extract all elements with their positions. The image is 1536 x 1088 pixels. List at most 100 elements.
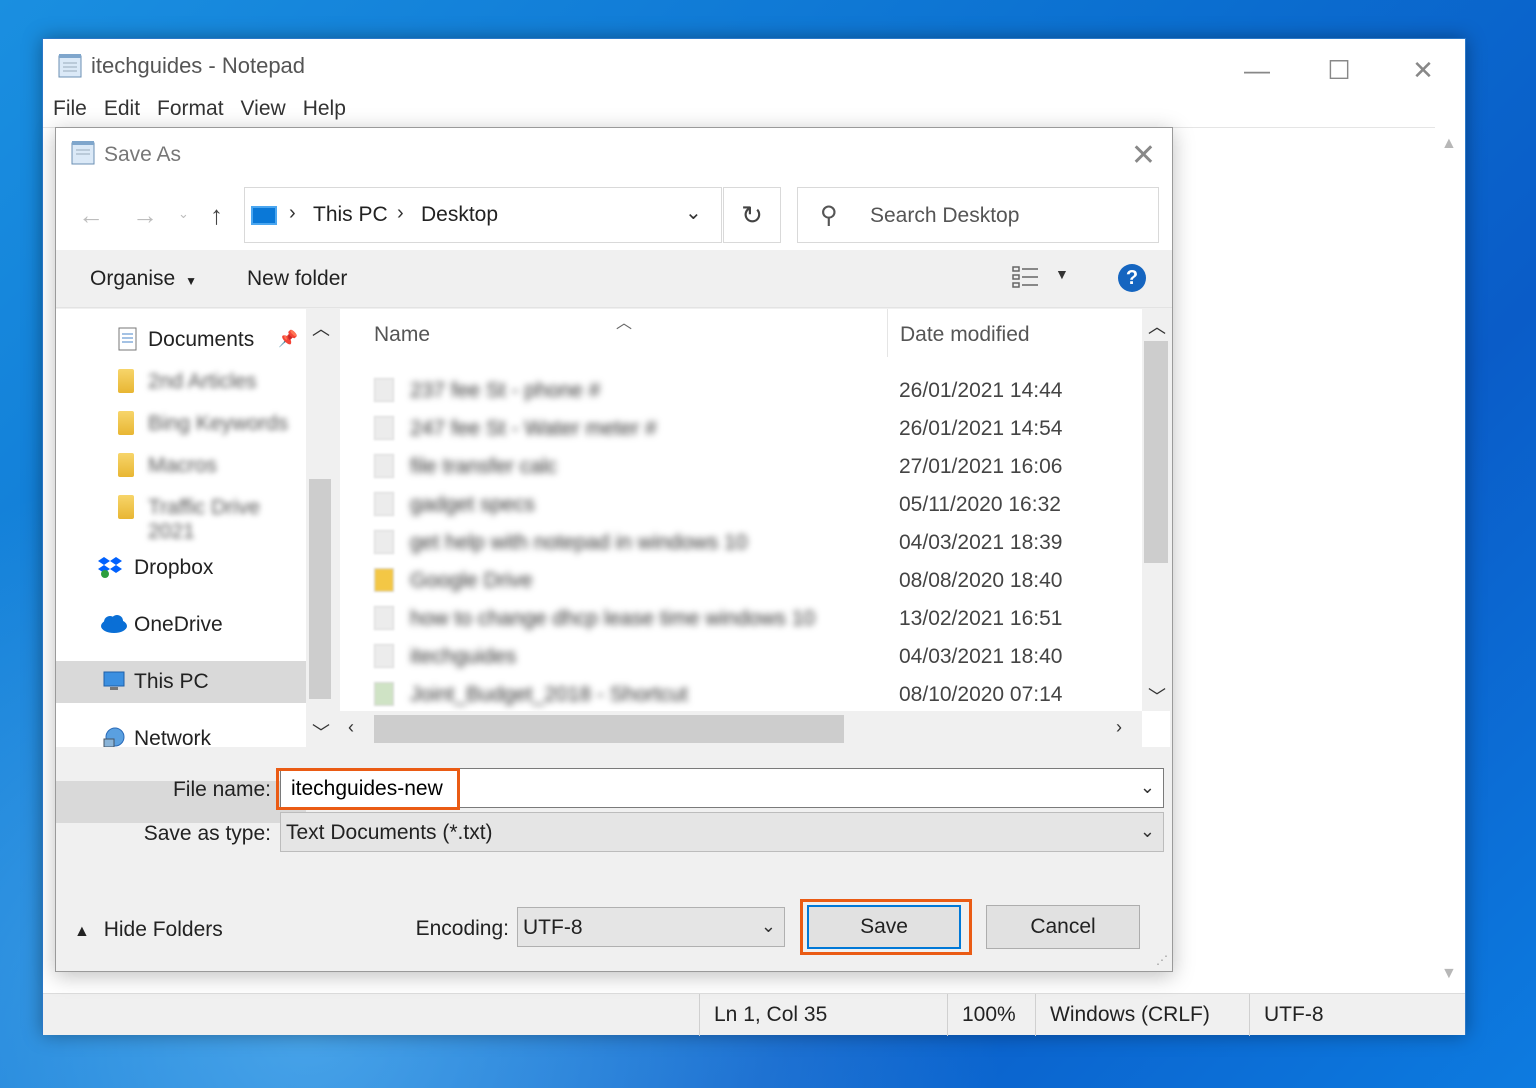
view-dropdown-icon[interactable]: ▼ [1055, 266, 1069, 282]
google-drive-icon [374, 568, 394, 592]
file-row[interactable]: file transfer calc 27/01/2021 16:06 [340, 447, 1140, 485]
scroll-up-arrow-icon[interactable]: ▲ [1441, 135, 1457, 153]
column-header-name[interactable]: Name [374, 323, 430, 347]
breadcrumb-this-pc[interactable]: This PC [313, 203, 388, 227]
file-row[interactable]: Joint_Budget_2018 - Shortcut 08/10/2020 … [340, 675, 1140, 713]
navigation-pane: Documents 📌 2nd Articles Bing Keywords M… [56, 309, 334, 823]
status-line-ending: Windows (CRLF) [1035, 994, 1249, 1036]
notepad-title: itechguides - Notepad [91, 53, 306, 78]
file-row[interactable]: Google Drive 08/08/2020 18:40 [340, 561, 1140, 599]
nav-item-this-pc[interactable]: This PC [56, 661, 306, 703]
text-file-icon [374, 454, 394, 478]
search-input[interactable]: ⚲ Search Desktop [797, 187, 1159, 243]
breadcrumb-chevron-icon[interactable]: › [397, 202, 404, 225]
address-dropdown-chevron-icon[interactable]: ⌄ [685, 200, 702, 225]
file-row[interactable]: 247 fee St - Water meter # 26/01/2021 14… [340, 409, 1140, 447]
column-divider[interactable] [887, 309, 888, 357]
nav-item-folder[interactable]: Macros [56, 445, 306, 487]
nav-item-onedrive[interactable]: OneDrive [56, 604, 306, 646]
notepad-vertical-scrollbar[interactable]: ▲ ▼ [1435, 127, 1465, 993]
menu-format[interactable]: Format [157, 97, 224, 127]
file-row[interactable]: how to change dhcp lease time windows 10… [340, 599, 1140, 637]
hide-folders-button[interactable]: ▲ Hide Folders [74, 918, 223, 942]
file-name-dropdown-chevron-icon[interactable]: ⌄ [1140, 777, 1155, 798]
help-icon[interactable]: ? [1118, 264, 1146, 292]
nav-item-documents[interactable]: Documents 📌 [56, 319, 306, 361]
file-date: 08/10/2020 07:14 [899, 683, 1063, 706]
nav-item-folder[interactable]: 2nd Articles [56, 361, 306, 403]
scroll-down-arrow-icon[interactable]: ﹀ [1148, 683, 1166, 709]
dropbox-icon [98, 557, 122, 578]
pin-icon[interactable]: 📌 [278, 329, 298, 349]
menu-edit[interactable]: Edit [104, 97, 140, 127]
save-as-dialog: Save As ✕ ← → ⌄ ↑ › This PC › Desktop ⌄ … [55, 127, 1173, 972]
scroll-down-arrow-icon[interactable]: ﹀ [312, 719, 330, 745]
file-date: 27/01/2021 16:06 [899, 455, 1063, 478]
navigation-pane-scrollbar[interactable]: ︿ ﹀ [306, 309, 334, 747]
breadcrumb-chevron-icon[interactable]: › [289, 202, 296, 225]
recent-locations-chevron-icon[interactable]: ⌄ [178, 206, 189, 222]
scroll-left-arrow-icon[interactable]: ‹ [348, 717, 354, 738]
dialog-titlebar[interactable]: Save As ✕ [56, 128, 1172, 180]
save-as-type-label: Save as type: [143, 822, 271, 845]
text-file-icon [374, 378, 394, 402]
scroll-up-arrow-icon[interactable]: ︿ [312, 315, 330, 341]
breadcrumb-desktop[interactable]: Desktop [421, 203, 498, 227]
file-row[interactable]: 237 fee St - phone # 26/01/2021 14:44 [340, 371, 1140, 409]
documents-icon [118, 327, 137, 351]
scroll-up-arrow-icon[interactable]: ︿ [1148, 313, 1166, 339]
view-options-icon[interactable] [1011, 264, 1041, 290]
status-zoom: 100% [947, 994, 1035, 1036]
nav-item-dropbox[interactable]: Dropbox [56, 547, 306, 589]
dialog-toolbar: Organise ▼ New folder ▼ ? [56, 250, 1172, 308]
file-row[interactable]: gadget specs 05/11/2020 16:32 [340, 485, 1140, 523]
nav-item-folder[interactable]: Bing Keywords [56, 403, 306, 445]
cancel-button[interactable]: Cancel [986, 905, 1140, 949]
file-date: 26/01/2021 14:54 [899, 417, 1063, 440]
shortcut-file-icon [374, 682, 394, 706]
save-as-type-dropdown-chevron-icon[interactable]: ⌄ [1140, 821, 1155, 842]
this-pc-icon [103, 671, 125, 690]
address-bar[interactable]: › This PC › Desktop ⌄ [244, 187, 722, 243]
file-list-horizontal-scrollbar[interactable]: ‹ › [340, 711, 1142, 747]
menu-file[interactable]: File [53, 97, 87, 127]
file-row[interactable]: itechguides 04/03/2021 18:40 [340, 637, 1140, 675]
file-date: 13/02/2021 16:51 [899, 607, 1063, 630]
refresh-button[interactable]: ↻ [723, 187, 781, 243]
chevron-up-icon: ▲ [74, 923, 90, 940]
close-button[interactable]: ✕ [1393, 47, 1453, 93]
new-folder-button[interactable]: New folder [247, 267, 347, 291]
organise-button[interactable]: Organise ▼ [90, 267, 197, 291]
folder-icon [118, 453, 134, 477]
notepad-titlebar[interactable]: itechguides - Notepad — ☐ ✕ [43, 39, 1465, 95]
scroll-down-arrow-icon[interactable]: ▼ [1441, 965, 1457, 983]
dialog-close-icon[interactable]: ✕ [1131, 138, 1156, 173]
forward-arrow-icon[interactable]: → [132, 200, 158, 231]
scrollbar-thumb[interactable] [374, 715, 844, 743]
nav-item-network[interactable]: Network [56, 718, 306, 747]
notepad-menubar: File Edit Format View Help [43, 97, 1465, 127]
folder-icon [118, 495, 134, 519]
scrollbar-thumb[interactable] [1144, 341, 1168, 563]
encoding-dropdown-chevron-icon[interactable]: ⌄ [761, 916, 776, 937]
file-list-vertical-scrollbar[interactable]: ︿ ﹀ [1142, 309, 1170, 711]
scrollbar-thumb[interactable] [309, 479, 331, 699]
file-date: 08/08/2020 18:40 [899, 569, 1063, 592]
column-header-date-modified[interactable]: Date modified [900, 323, 1030, 347]
nav-item-label: Network [134, 727, 212, 747]
file-row[interactable]: get help with notepad in windows 10 04/0… [340, 523, 1140, 561]
up-arrow-icon[interactable]: ↑ [210, 200, 223, 231]
scroll-right-arrow-icon[interactable]: › [1116, 717, 1122, 738]
back-arrow-icon[interactable]: ← [78, 200, 104, 231]
status-encoding: UTF-8 [1249, 994, 1465, 1036]
menu-help[interactable]: Help [303, 97, 346, 127]
save-as-type-select[interactable]: Text Documents (*.txt) ⌄ [280, 812, 1164, 852]
minimize-button[interactable]: — [1227, 47, 1287, 93]
file-date: 04/03/2021 18:39 [899, 531, 1063, 554]
nav-item-folder[interactable]: Traffic Drive 2021 [56, 487, 306, 543]
menu-view[interactable]: View [241, 97, 286, 127]
maximize-button[interactable]: ☐ [1309, 47, 1369, 93]
resize-grip-icon[interactable]: ⋰ [1156, 953, 1168, 967]
file-date: 26/01/2021 14:44 [899, 379, 1063, 402]
encoding-select[interactable]: UTF-8 ⌄ [517, 907, 785, 947]
